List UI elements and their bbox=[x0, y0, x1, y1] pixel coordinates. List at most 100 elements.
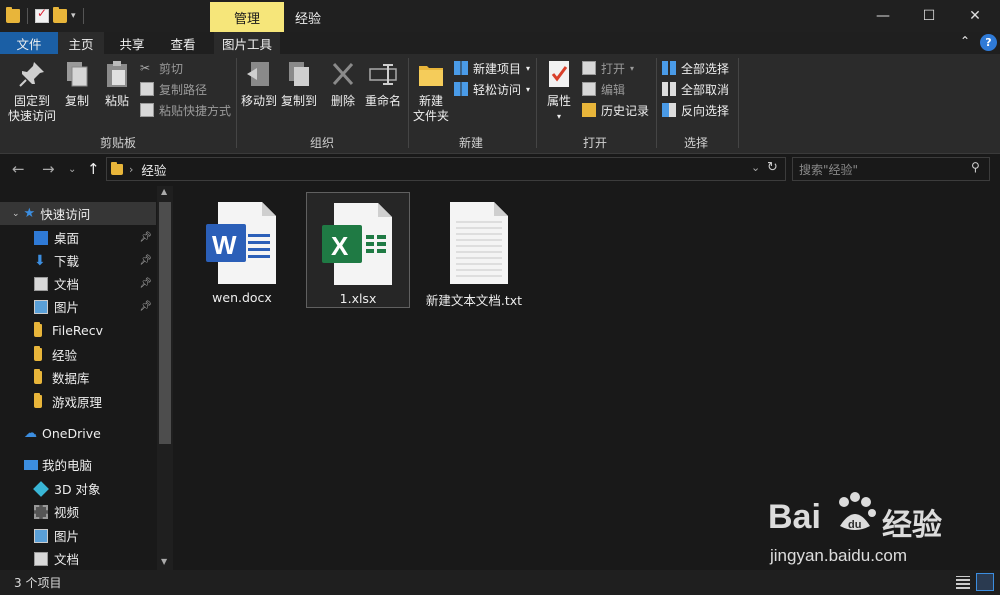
sidebar-label: OneDrive bbox=[42, 426, 101, 441]
folder-icon bbox=[415, 58, 447, 90]
group-select-label: 选择 bbox=[683, 136, 708, 150]
delete-button[interactable]: 删除 bbox=[326, 58, 360, 109]
new-item-icon bbox=[454, 61, 468, 75]
move-to-button[interactable]: 移动到 bbox=[240, 58, 278, 109]
sidebar-item-pc-documents[interactable]: 文档 bbox=[0, 547, 156, 570]
copy-label: 复制 bbox=[64, 94, 89, 108]
breadcrumb-current[interactable]: 经验 bbox=[141, 160, 166, 179]
clipboard-icon bbox=[101, 58, 133, 90]
copy-path-icon bbox=[140, 82, 154, 96]
chevron-down-icon[interactable]: ⌄ bbox=[751, 161, 760, 174]
copy-button[interactable]: 复制 bbox=[60, 58, 94, 109]
properties-icon[interactable] bbox=[35, 6, 49, 23]
new-item-button[interactable]: 新建项目 ▾ bbox=[454, 58, 530, 78]
paste-button[interactable]: 粘贴 bbox=[100, 58, 134, 109]
search-input[interactable]: 搜索"经验" ⚲ bbox=[792, 157, 990, 181]
invert-selection-label: 反向选择 bbox=[681, 103, 730, 118]
sidebar-item-pictures[interactable]: 图片 📌︎ bbox=[0, 295, 156, 318]
sidebar-item-documents[interactable]: 文档 📌︎ bbox=[0, 272, 156, 295]
back-arrow-icon[interactable]: ← bbox=[12, 160, 25, 178]
file-item-word[interactable]: W wen.docx bbox=[190, 192, 294, 308]
sidebar-item-pc-pictures[interactable]: 图片 bbox=[0, 524, 156, 547]
sidebar-item-downloads[interactable]: ⬇ 下载 📌︎ bbox=[0, 249, 156, 272]
large-icons-view-icon[interactable] bbox=[976, 573, 994, 591]
move-to-icon bbox=[243, 58, 275, 90]
help-icon[interactable]: ? bbox=[980, 34, 997, 51]
chevron-down-icon[interactable]: ⌄ bbox=[12, 209, 20, 219]
new-folder-label-2: 文件夹 bbox=[412, 109, 449, 123]
minimize-button[interactable]: — bbox=[860, 0, 906, 32]
file-item-excel[interactable]: X 1.xlsx bbox=[306, 192, 410, 308]
svg-text:du: du bbox=[848, 519, 861, 531]
tab-file[interactable]: 文件 bbox=[0, 32, 58, 54]
select-all-icon bbox=[662, 61, 676, 75]
copy-to-icon bbox=[283, 58, 315, 90]
sidebar-item-this-pc[interactable]: 我的电脑 bbox=[0, 453, 156, 476]
invert-selection-button[interactable]: 反向选择 bbox=[662, 100, 729, 120]
caret-down-icon: ▾ bbox=[556, 112, 561, 121]
sidebar-item-quick-access[interactable]: ⌄ ★ 快速访问 bbox=[0, 202, 156, 225]
properties-button[interactable]: 属性 ▾ bbox=[540, 58, 578, 124]
address-bar[interactable]: › 经验 ⌄ ↻ bbox=[106, 157, 786, 181]
sidebar-item-filerecv[interactable]: FileRecv bbox=[0, 319, 156, 342]
open-button[interactable]: 打开 ▾ bbox=[582, 58, 634, 78]
up-arrow-icon[interactable]: ↑ bbox=[87, 160, 100, 178]
new-folder-icon[interactable] bbox=[53, 7, 67, 23]
scroll-down-icon[interactable]: ▼ bbox=[161, 557, 167, 566]
tab-manage[interactable]: 管理 bbox=[210, 2, 284, 32]
sidebar-item-jingyan[interactable]: 经验 bbox=[0, 343, 156, 366]
forward-arrow-icon[interactable]: → bbox=[42, 160, 55, 178]
close-button[interactable]: ✕ bbox=[952, 0, 998, 32]
title-bar: ▾ 管理 经验 — ☐ ✕ bbox=[0, 0, 1000, 32]
watermark-brand-left: Bai bbox=[768, 498, 821, 536]
sidebar-item-onedrive[interactable]: ☁ OneDrive bbox=[0, 422, 156, 445]
maximize-button[interactable]: ☐ bbox=[906, 0, 952, 32]
refresh-icon[interactable]: ↻ bbox=[767, 160, 778, 175]
tab-home[interactable]: 主页 bbox=[58, 32, 104, 54]
select-all-label: 全部选择 bbox=[681, 61, 730, 76]
tab-view[interactable]: 查看 bbox=[160, 32, 206, 54]
film-icon bbox=[34, 504, 48, 519]
file-item-text[interactable]: 新建文本文档.txt bbox=[422, 192, 526, 308]
scrollbar-thumb[interactable] bbox=[159, 202, 171, 444]
rename-button[interactable]: 重命名 bbox=[362, 58, 404, 109]
sidebar-item-videos[interactable]: 视频 bbox=[0, 500, 156, 523]
new-folder-label-1: 新建 bbox=[418, 94, 443, 108]
chevron-right-icon[interactable]: › bbox=[129, 163, 133, 176]
copy-to-button[interactable]: 复制到 bbox=[280, 58, 318, 109]
easy-access-button[interactable]: 轻松访问 ▾ bbox=[454, 79, 530, 99]
excel-letter: X bbox=[331, 231, 349, 261]
easy-access-icon bbox=[454, 82, 468, 96]
recent-dropdown-icon[interactable]: ⌄ bbox=[68, 164, 76, 175]
chevron-up-icon[interactable]: ⌃ bbox=[960, 34, 970, 48]
pin-icon[interactable]: 📌︎ bbox=[139, 232, 152, 243]
sidebar-item-game-principles[interactable]: 游戏原理 bbox=[0, 390, 156, 413]
customize-dropdown-icon[interactable]: ▾ bbox=[71, 11, 76, 21]
folder-icon bbox=[34, 369, 42, 384]
details-view-icon[interactable] bbox=[956, 576, 970, 589]
edit-icon bbox=[582, 82, 596, 96]
edit-button[interactable]: 编辑 bbox=[582, 79, 625, 99]
sidebar-label: 视频 bbox=[54, 505, 80, 520]
paste-shortcut-button[interactable]: 粘贴快捷方式 bbox=[140, 100, 231, 120]
search-icon[interactable]: ⚲ bbox=[971, 160, 980, 174]
new-folder-button[interactable]: 新建 文件夹 bbox=[412, 58, 450, 124]
select-none-button[interactable]: 全部取消 bbox=[662, 79, 729, 99]
sidebar-item-3d-objects[interactable]: 3D 对象 bbox=[0, 477, 156, 500]
sidebar-item-desktop[interactable]: 桌面 📌︎ bbox=[0, 226, 156, 249]
sidebar-label: 图片 bbox=[54, 529, 80, 544]
select-all-button[interactable]: 全部选择 bbox=[662, 58, 729, 78]
copy-path-button[interactable]: 复制路径 bbox=[140, 79, 207, 99]
ribbon-home: 固定到 快速访问 复制 粘贴 ✂ 剪切 复制路径 粘贴快捷方式 剪贴板 移动到 … bbox=[0, 54, 1000, 154]
history-button[interactable]: 历史记录 bbox=[582, 100, 649, 120]
tab-share[interactable]: 共享 bbox=[110, 32, 154, 54]
pin-icon[interactable]: 📌︎ bbox=[139, 301, 152, 312]
sidebar-item-database[interactable]: 数据库 bbox=[0, 366, 156, 389]
pin-icon[interactable]: 📌︎ bbox=[139, 278, 152, 289]
pin-icon[interactable]: 📌︎ bbox=[139, 255, 152, 266]
tab-picture-tools[interactable]: 图片工具 bbox=[214, 32, 280, 54]
pin-quick-access-button[interactable]: 固定到 快速访问 bbox=[6, 58, 58, 124]
cut-button[interactable]: ✂ 剪切 bbox=[140, 58, 183, 78]
copy-to-label: 复制到 bbox=[280, 94, 317, 108]
scroll-up-icon[interactable]: ▲ bbox=[161, 187, 167, 196]
